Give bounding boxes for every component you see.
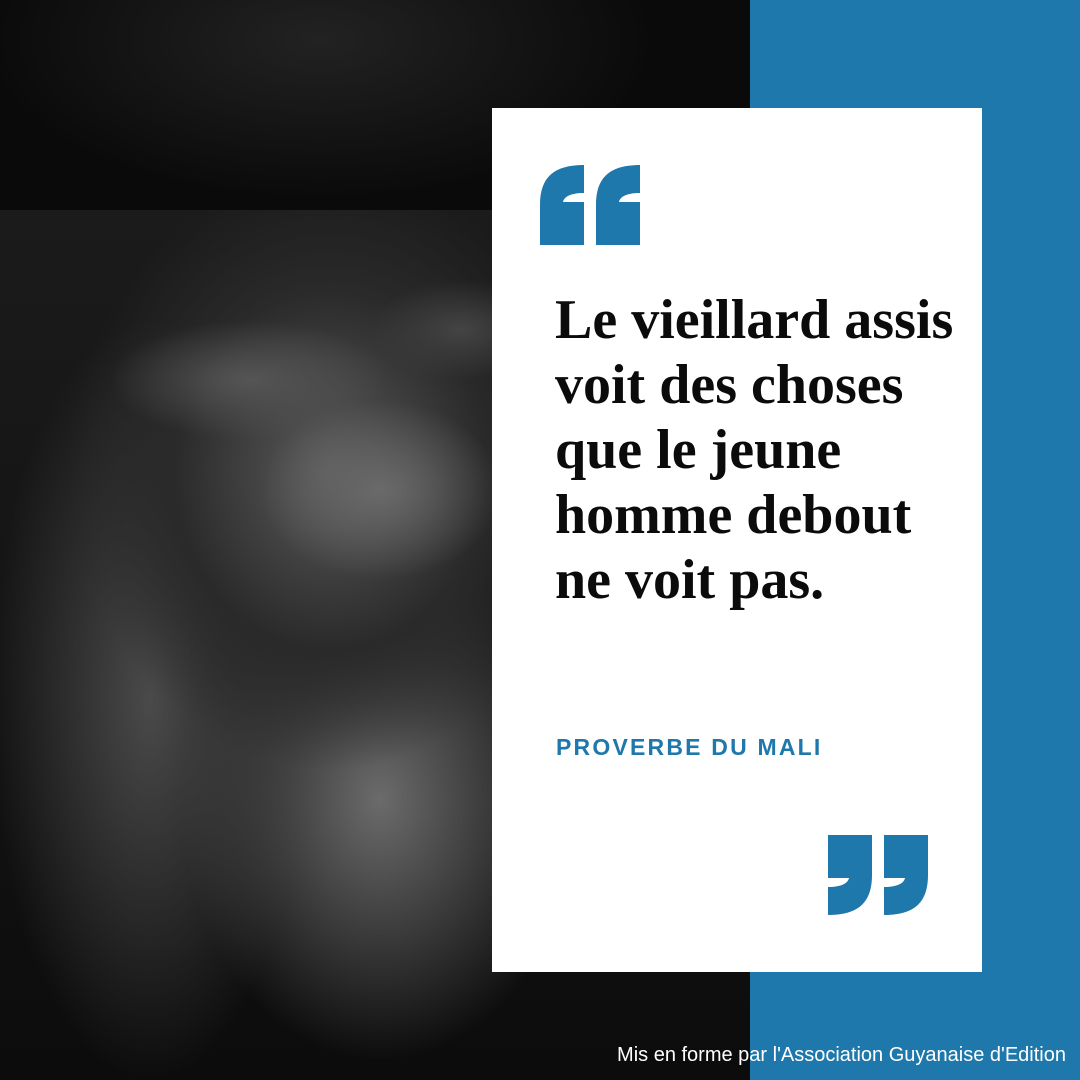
quote-author: PROVERBE DU MALI [556,734,823,760]
open-quote-icon [540,165,640,245]
quote-text: Le vieillard assis voit des choses que l… [555,289,954,611]
credit-text: Mis en forme par l'Association Guyanaise… [617,1044,1066,1066]
quote-card: Le vieillard assis voit des choses que l… [492,108,982,972]
close-quote-icon [828,835,928,915]
